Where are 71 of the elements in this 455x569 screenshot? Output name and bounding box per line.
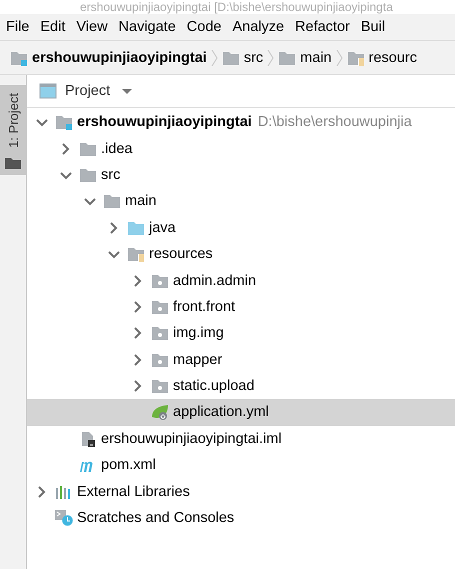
package-folder-icon — [151, 272, 169, 289]
menu-item[interactable]: Buil — [360, 19, 386, 35]
package-folder-icon — [151, 325, 169, 342]
project-tab[interactable]: 1: Project — [0, 85, 26, 175]
tree-item-label: .idea — [101, 140, 132, 157]
tree-row[interactable]: front.front — [27, 294, 455, 320]
breadcrumb-item[interactable]: resourc — [368, 50, 417, 66]
scratch-clock-icon — [55, 510, 73, 526]
package-folder-icon — [151, 298, 169, 315]
project-path: D:\bishe\ershouwupinjia — [258, 114, 412, 130]
leaf-icon — [151, 404, 169, 420]
tree-row[interactable]: resources — [27, 240, 455, 268]
menu-item[interactable]: Edit — [40, 19, 66, 35]
menu-item[interactable]: View — [76, 19, 108, 35]
libraries-icon — [55, 484, 73, 500]
tree-item-label: img.img — [173, 325, 224, 342]
tree-row[interactable]: pom.xml — [27, 452, 455, 478]
tree-item-label: src — [101, 166, 120, 183]
tree-row[interactable]: static.upload — [27, 372, 455, 400]
tree-row[interactable]: img.img — [27, 320, 455, 347]
tree-item-label: ershouwupinjiaoyipingtai — [77, 114, 252, 130]
module-folder-icon — [55, 114, 73, 130]
tree-item-label: ershouwupinjiaoyipingtai.iml — [101, 430, 282, 447]
folder-icon — [79, 166, 97, 183]
tree-row[interactable]: src — [27, 162, 455, 188]
folder-icon — [79, 140, 97, 157]
tree-row[interactable]: ershouwupinjiaoyipingtai D:\bishe\ershouwupinjia — [27, 109, 455, 136]
tree-row[interactable]: java — [27, 214, 455, 241]
package-folder-icon — [151, 378, 169, 394]
tree-item-label: Scratches and Consoles — [77, 510, 234, 526]
tree-item-label: front.front — [173, 298, 236, 315]
tree-item-label: mapper — [173, 352, 222, 368]
module-folder-icon — [10, 50, 28, 66]
tree-row[interactable]: application.yml — [27, 399, 455, 426]
tree-item-label: java — [149, 220, 176, 236]
breadcrumb-item[interactable]: src — [244, 50, 264, 66]
resources-folder-icon — [127, 246, 145, 262]
tree-item-label: application.yml — [173, 404, 269, 420]
tree-item-label: static.upload — [173, 378, 254, 394]
menu-item[interactable]: Refactor — [295, 19, 350, 35]
tree-row[interactable]: mapper — [27, 346, 455, 373]
folder-icon — [222, 50, 240, 66]
menu-item[interactable]: Navigate — [118, 19, 176, 35]
chevron-icon — [336, 50, 343, 66]
tree-row[interactable]: .idea — [27, 135, 455, 162]
breadcrumb-item[interactable]: main — [300, 50, 332, 66]
tree-item-label: resources — [149, 246, 213, 262]
tree-row[interactable]: External Libraries — [27, 478, 455, 505]
source-folder-icon — [127, 220, 145, 236]
chevron-icon — [210, 50, 218, 66]
tree-item-label: main — [125, 193, 156, 210]
tree-item-label: pom.xml — [101, 457, 156, 474]
breadcrumb-item[interactable]: ershouwupinjiaoyipingtai — [32, 50, 207, 66]
file-icon — [79, 430, 97, 447]
tree-row[interactable]: main — [27, 188, 455, 215]
panel-title: Project — [65, 83, 110, 99]
chevron-icon — [267, 50, 274, 66]
tree-row[interactable]: ershouwupinjiaoyipingtai.iml — [27, 426, 455, 452]
menu-item[interactable]: Code — [186, 19, 222, 35]
menu-item[interactable]: File — [6, 19, 30, 35]
tree-row[interactable]: admin.admin — [27, 267, 455, 294]
tree-item-label: admin.admin — [173, 272, 256, 289]
window-icon — [39, 83, 57, 99]
window-title: ershouwupinjiaoyipingtai [D:\bishe\ershouwupinjiaoyipingta — [80, 0, 393, 14]
tree-row[interactable]: Scratches and Consoles — [27, 504, 455, 532]
resources-folder-icon — [346, 50, 365, 66]
folder-icon — [278, 50, 296, 66]
package-folder-icon — [151, 352, 169, 368]
folder-icon — [103, 193, 121, 210]
tree-item-label: External Libraries — [77, 484, 190, 500]
menu-item[interactable]: Analyze — [232, 19, 284, 35]
